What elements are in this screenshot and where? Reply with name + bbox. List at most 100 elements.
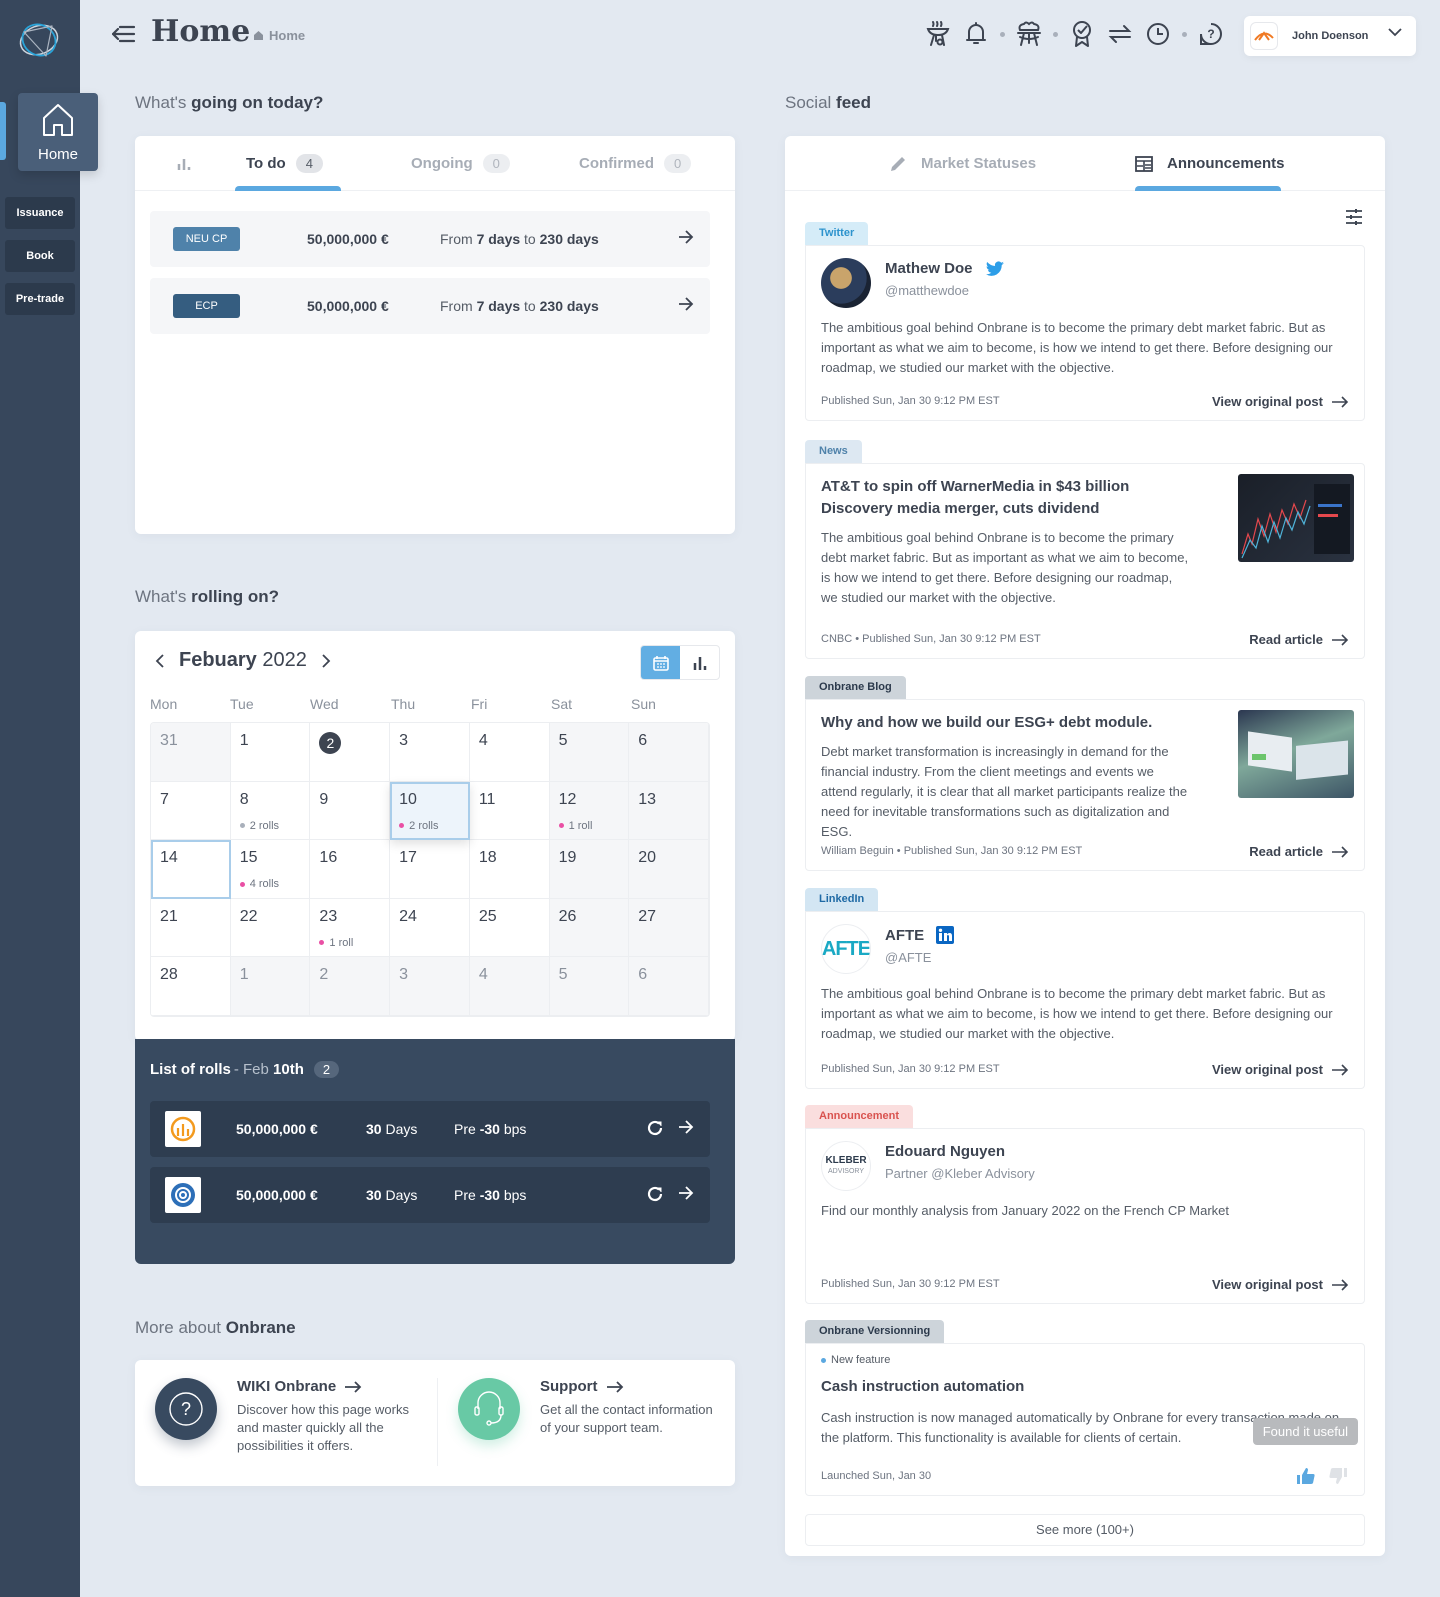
calendar-day[interactable]: 2: [310, 957, 391, 1016]
calendar-day[interactable]: 13: [629, 781, 709, 841]
calendar-view-button[interactable]: [641, 646, 680, 679]
pencil-icon: [891, 156, 905, 171]
calendar-day[interactable]: 1: [230, 957, 311, 1016]
wiki-link[interactable]: ? WIKI Onbrane Discover how this page wo…: [155, 1378, 422, 1455]
calendar-day[interactable]: 24: [390, 898, 470, 958]
linkedin-icon[interactable]: [936, 926, 955, 944]
read-article-link[interactable]: Read article: [1249, 632, 1349, 647]
bell-icon[interactable]: [962, 20, 990, 48]
calendar-day[interactable]: 11: [469, 781, 550, 841]
refresh-icon[interactable]: [646, 1119, 664, 1137]
active-nav-indicator: [0, 102, 6, 160]
arrow-right-icon[interactable]: [678, 296, 694, 312]
todo-row[interactable]: ECP 50,000,000 € From 7 days to 230 days: [150, 278, 710, 334]
calendar-day[interactable]: 3: [390, 723, 470, 782]
see-more-button[interactable]: See more (100+): [805, 1514, 1365, 1546]
calendar-day[interactable]: 4: [469, 723, 550, 782]
collapse-menu-icon[interactable]: [112, 24, 136, 44]
weekday-label: Thu: [391, 696, 416, 712]
post-source-tag: Onbrane Blog: [805, 676, 906, 699]
calendar-day[interactable]: 22: [230, 898, 311, 958]
refresh-icon[interactable]: [646, 1185, 664, 1203]
post-headline[interactable]: Why and how we build our ESG+ debt modul…: [806, 700, 1206, 734]
calendar-day[interactable]: 1: [230, 723, 311, 782]
view-original-post-link[interactable]: View original post: [1212, 394, 1349, 409]
chevron-right-icon[interactable]: [321, 653, 331, 668]
onbrane-logo[interactable]: [16, 18, 62, 62]
calendar-day[interactable]: 28: [151, 957, 231, 1016]
roll-amount: 50,000,000 €: [236, 1121, 318, 1137]
todo-row[interactable]: NEU CP 50,000,000 € From 7 days to 230 d…: [150, 211, 710, 267]
tab-stats[interactable]: [177, 136, 191, 191]
transfer-icon[interactable]: [1106, 20, 1134, 48]
calendar-day[interactable]: 12 1 roll: [549, 781, 630, 841]
tab-todo[interactable]: To do 4: [246, 136, 323, 191]
help-icon[interactable]: ?: [1197, 20, 1225, 48]
user-menu[interactable]: John Doenson: [1244, 16, 1416, 56]
calendar-day[interactable]: 6: [629, 957, 709, 1016]
feed-post-news: News AT&T to spin off WarnerMedia in $43…: [805, 440, 1365, 659]
bbq-icon[interactable]: [924, 20, 952, 48]
sidebar-item-book[interactable]: Book: [5, 240, 75, 272]
calendar-day[interactable]: 6: [629, 723, 709, 782]
tab-market-statuses[interactable]: Market Statuses: [889, 136, 1036, 191]
calendar-day[interactable]: 10 2 rolls: [390, 781, 470, 841]
calendar-day[interactable]: 31: [151, 723, 231, 782]
day-number: 26: [558, 907, 577, 925]
product-type-pill: ECP: [173, 294, 240, 318]
calendar-day[interactable]: 8 2 rolls: [230, 781, 311, 841]
roll-dot-icon: [239, 881, 245, 887]
award-icon[interactable]: [1068, 20, 1096, 48]
calendar-day[interactable]: 26: [549, 898, 630, 958]
clock-icon[interactable]: [1144, 20, 1172, 48]
thumbs-down-icon[interactable]: [1328, 1467, 1348, 1485]
roll-row[interactable]: 50,000,000 € 30 Days Pre -30 bps: [150, 1167, 710, 1223]
calendar-day[interactable]: 9: [310, 781, 391, 841]
calendar-day[interactable]: 18: [469, 840, 550, 899]
tab-ongoing[interactable]: Ongoing 0: [411, 136, 510, 191]
arrow-right-icon[interactable]: [678, 229, 694, 245]
barbecue-grill-icon[interactable]: [1015, 20, 1043, 48]
day-number: 2: [319, 966, 329, 984]
calendar-day[interactable]: 23 1 roll: [310, 898, 391, 958]
active-tab-indicator: [1135, 186, 1281, 191]
calendar-header: Febuary 2022: [155, 649, 331, 672]
section-title-rolling: What's rolling on?: [135, 587, 279, 606]
arrow-right-icon[interactable]: [678, 1119, 694, 1135]
calendar-day[interactable]: 14: [151, 840, 231, 899]
calendar-day[interactable]: 5: [549, 957, 630, 1016]
tab-confirmed[interactable]: Confirmed 0: [579, 136, 692, 191]
post-date: Published Sun, Jan 30 9:12 PM EST: [821, 1063, 1000, 1075]
calendar-day[interactable]: 17: [390, 840, 470, 899]
breadcrumb[interactable]: Home: [253, 28, 305, 43]
calendar-day[interactable]: 20: [629, 840, 709, 899]
calendar-day[interactable]: 4: [469, 957, 550, 1016]
calendar-day[interactable]: 7: [151, 781, 231, 841]
calendar-day[interactable]: 2: [310, 723, 391, 782]
calendar-day[interactable]: 15 4 rolls: [230, 840, 311, 899]
twitter-icon[interactable]: [985, 260, 1005, 277]
post-headline[interactable]: AT&T to spin off WarnerMedia in $43 bill…: [806, 464, 1206, 520]
chart-view-button[interactable]: [680, 646, 719, 679]
view-original-post-link[interactable]: View original post: [1212, 1062, 1349, 1077]
thumbs-up-icon[interactable]: [1296, 1467, 1316, 1485]
roll-row[interactable]: 50,000,000 € 30 Days Pre -30 bps: [150, 1101, 710, 1157]
arrow-right-icon[interactable]: [678, 1185, 694, 1201]
calendar-day[interactable]: 3: [390, 957, 470, 1016]
day-number: 19: [558, 849, 577, 867]
calendar-day[interactable]: 5: [549, 723, 630, 782]
calendar-day[interactable]: 19: [549, 840, 630, 899]
view-original-post-link[interactable]: View original post: [1212, 1277, 1349, 1292]
support-link[interactable]: Support Get all the contact information …: [458, 1378, 725, 1440]
read-article-link[interactable]: Read article: [1249, 844, 1349, 859]
calendar-day[interactable]: 21: [151, 898, 231, 958]
chevron-left-icon[interactable]: [155, 653, 165, 668]
sidebar-item-pre-trade[interactable]: Pre-trade: [5, 283, 75, 315]
calendar-day[interactable]: 27: [629, 898, 709, 958]
feed-post-versionning: Onbrane Versionning New feature Cash ins…: [805, 1320, 1365, 1496]
sidebar-item-home[interactable]: Home: [18, 93, 98, 171]
calendar-day[interactable]: 16: [310, 840, 391, 899]
calendar-day[interactable]: 25: [469, 898, 550, 958]
sidebar-item-issuance[interactable]: Issuance: [5, 197, 75, 229]
tab-announcements[interactable]: Announcements: [1135, 136, 1285, 191]
